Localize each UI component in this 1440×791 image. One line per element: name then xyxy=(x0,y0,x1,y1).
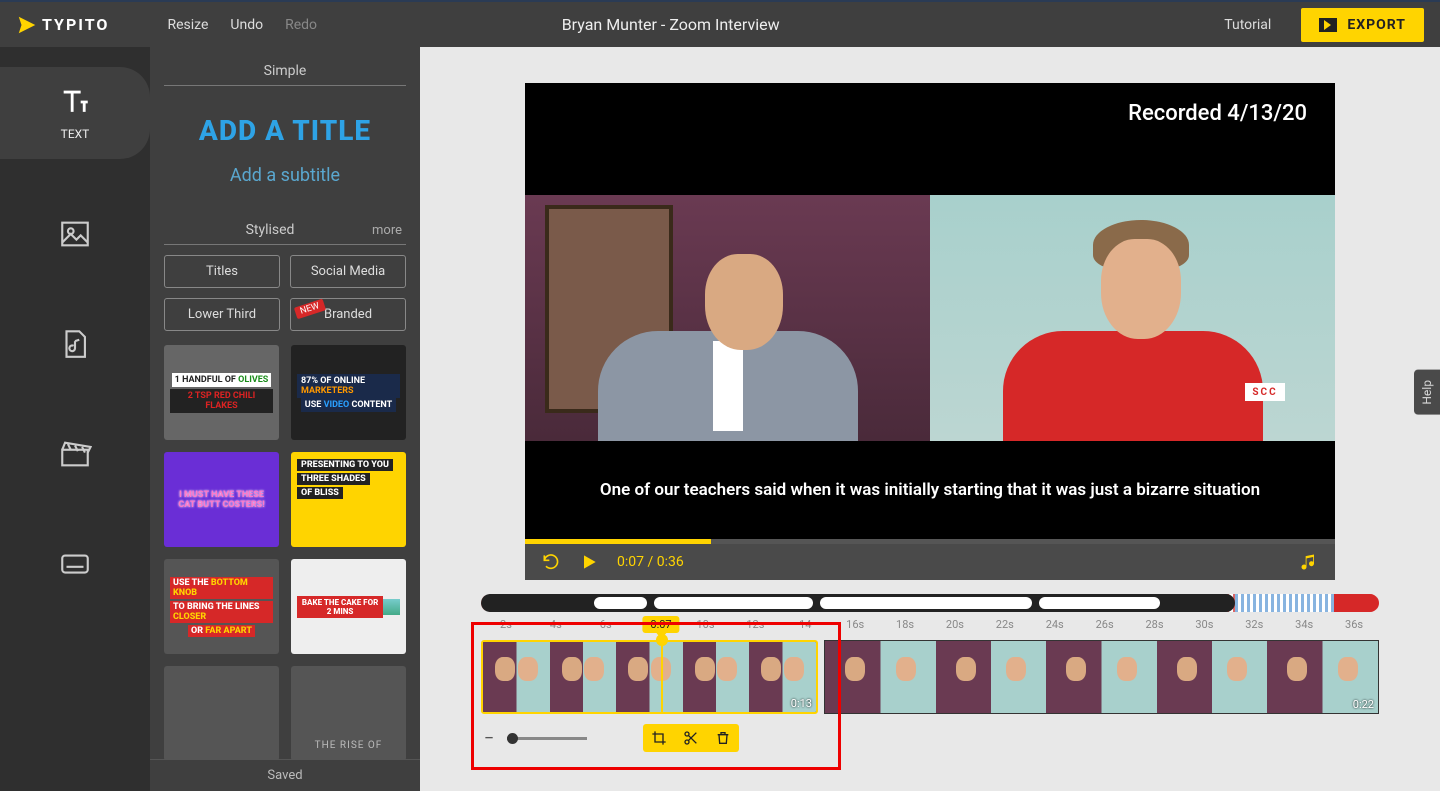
captions-icon xyxy=(58,547,92,581)
saved-status: Saved xyxy=(150,759,420,791)
ruler-tick: 4s xyxy=(550,618,562,631)
logo-icon xyxy=(16,14,38,36)
ruler-tick: 34s xyxy=(1295,618,1313,631)
caption-text: One of our teachers said when it was ini… xyxy=(600,480,1260,500)
ruler-tick: 36s xyxy=(1345,618,1363,631)
stylised-label: Stylised xyxy=(168,222,372,238)
ruler-tick: 12s xyxy=(746,618,764,631)
logo[interactable]: TYPITO xyxy=(16,14,109,36)
chip-social[interactable]: Social Media xyxy=(290,255,406,288)
help-tab[interactable]: Help xyxy=(1414,370,1440,415)
rail-text-label: TEXT xyxy=(61,127,90,141)
template-thumb[interactable]: 1 HANDFUL OF OLIVES 2 TSP RED CHILI FLAK… xyxy=(164,345,279,440)
timeline: 2s 4s 6s 10s 12s 14 16s 18s 20s 22s 24s 26s 28s 30s 32… xyxy=(481,594,1379,752)
playhead[interactable] xyxy=(661,640,663,714)
export-icon xyxy=(1319,18,1337,32)
ruler-tick: 2s xyxy=(500,618,512,631)
left-rail: TEXT xyxy=(0,47,150,791)
simple-title-template[interactable]: ADD A TITLE Add a subtitle xyxy=(164,96,406,216)
chip-branded[interactable]: NEW Branded xyxy=(290,298,406,331)
top-bar: TYPITO Resize Undo Redo Bryan Munter - Z… xyxy=(0,0,1440,47)
time-display: 0:07 / 0:36 xyxy=(617,554,684,570)
ruler-tick: 20s xyxy=(946,618,964,631)
rail-text[interactable]: TEXT xyxy=(0,67,150,159)
ruler-tick: 28s xyxy=(1145,618,1163,631)
rail-image[interactable] xyxy=(0,199,150,269)
clip-duration: 0:22 xyxy=(1353,698,1374,711)
rail-video[interactable] xyxy=(0,419,150,489)
restart-icon[interactable] xyxy=(541,552,561,572)
clip-duration: 0:13 xyxy=(791,697,812,710)
recorded-overlay: Recorded 4/13/20 xyxy=(1128,101,1307,126)
image-icon xyxy=(58,217,92,251)
chip-lower-third[interactable]: Lower Third xyxy=(164,298,280,331)
ruler-tick: 26s xyxy=(1096,618,1114,631)
template-title: ADD A TITLE xyxy=(164,114,406,147)
template-thumb[interactable]: USE THE BOTTOM KNOB TO BRING THE LINES C… xyxy=(164,559,279,654)
text-panel: Simple ADD A TITLE Add a subtitle Stylis… xyxy=(150,47,420,791)
template-thumb[interactable]: 87% OF ONLINE MARKETERS USE VIDEO CONTEN… xyxy=(291,345,406,440)
project-title[interactable]: Bryan Munter - Zoom Interview xyxy=(135,15,1206,34)
video-left-person xyxy=(525,195,930,441)
stylised-more[interactable]: more xyxy=(372,223,402,238)
simple-header: Simple xyxy=(164,57,406,86)
ruler-tick: 18s xyxy=(896,618,914,631)
ruler-tick: 24s xyxy=(1046,618,1064,631)
clapper-icon xyxy=(58,437,92,471)
crop-icon[interactable] xyxy=(643,724,675,752)
rail-captions[interactable] xyxy=(0,529,150,599)
scissors-icon[interactable] xyxy=(675,724,707,752)
audio-track[interactable] xyxy=(481,594,1379,612)
ruler-tick: 10s xyxy=(696,618,714,631)
time-ruler[interactable]: 2s 4s 6s 10s 12s 14 16s 18s 20s 22s 24s 26s 28s 30s 32… xyxy=(481,618,1379,636)
ruler-tick: 14 xyxy=(799,618,811,631)
new-badge: NEW xyxy=(294,299,326,320)
video-right-person: SCC xyxy=(930,195,1335,441)
tutorial-link[interactable]: Tutorial xyxy=(1224,17,1271,33)
template-thumb[interactable]: BAKE THE CAKE FOR 2 MINS xyxy=(291,559,406,654)
clip-1[interactable]: 0:13 xyxy=(481,640,818,714)
ruler-tick: 32s xyxy=(1245,618,1263,631)
template-thumb[interactable] xyxy=(164,666,279,761)
music-icon[interactable] xyxy=(1299,552,1319,572)
top-right: Tutorial EXPORT xyxy=(1224,8,1424,42)
canvas-area: Recorded 4/13/20 SCC One of our teachers… xyxy=(420,47,1440,791)
text-icon xyxy=(58,85,92,119)
clip-2[interactable]: 0:22 xyxy=(824,640,1379,714)
audio-file-icon xyxy=(58,327,92,361)
template-thumb[interactable]: I MUST HAVE THESE CAT BUTT COSTERS! xyxy=(164,452,279,547)
ruler-tick: 22s xyxy=(996,618,1014,631)
chip-branded-label: Branded xyxy=(324,307,372,322)
ruler-tick: 30s xyxy=(1195,618,1213,631)
simple-label: Simple xyxy=(168,63,402,79)
zoom-slider[interactable] xyxy=(507,737,587,740)
template-thumb[interactable]: PRESENTING TO YOU THREE SHADES OF BLISS xyxy=(291,452,406,547)
stylised-header: Stylised more xyxy=(164,216,406,245)
chip-titles[interactable]: Titles xyxy=(164,255,280,288)
clips-row: 0:13 0:22 xyxy=(481,640,1379,714)
export-label: EXPORT xyxy=(1347,17,1406,33)
ruler-tick: 16s xyxy=(846,618,864,631)
zoom-controls: − xyxy=(481,724,1379,752)
brand-text: TYPITO xyxy=(42,15,109,34)
zoom-out[interactable]: − xyxy=(481,728,497,749)
progress-bar[interactable] xyxy=(525,539,1335,544)
export-button[interactable]: EXPORT xyxy=(1301,8,1424,42)
video-preview[interactable]: Recorded 4/13/20 SCC One of our teachers… xyxy=(525,83,1335,544)
template-thumb[interactable]: THE RISE OF xyxy=(291,666,406,761)
playhead-badge[interactable]: 0:07 xyxy=(642,616,679,633)
ruler-tick: 6s xyxy=(600,618,612,631)
clip-tools xyxy=(643,724,739,752)
play-icon[interactable] xyxy=(579,552,599,572)
player-controls: 0:07 / 0:36 xyxy=(525,544,1335,580)
rail-audio[interactable] xyxy=(0,309,150,379)
template-subtitle: Add a subtitle xyxy=(164,165,406,186)
trash-icon[interactable] xyxy=(707,724,739,752)
